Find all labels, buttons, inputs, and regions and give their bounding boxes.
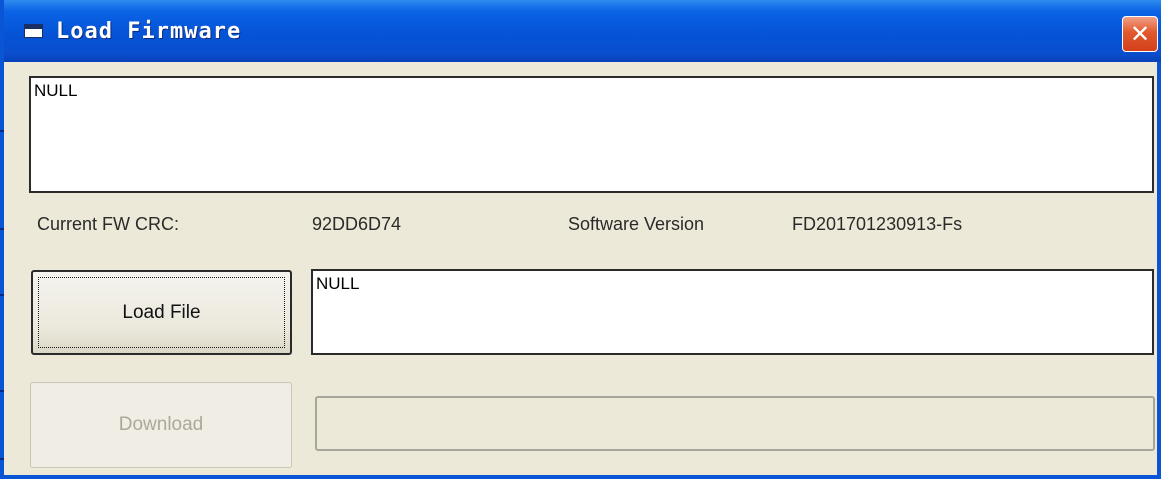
log-output-text: NULL: [34, 81, 78, 100]
edge-tick: [0, 294, 4, 296]
window-icon: [24, 24, 43, 38]
close-button[interactable]: ✕: [1122, 16, 1158, 52]
software-version-value: FD201701230913-Fs: [792, 214, 963, 234]
focus-rectangle: [38, 277, 285, 348]
edge-tick: [0, 130, 4, 132]
log-output-box[interactable]: NULL: [29, 76, 1154, 193]
file-path-box[interactable]: NULL: [311, 269, 1154, 355]
download-progress-bar: [315, 396, 1155, 451]
download-button: Download: [30, 382, 292, 468]
software-version-label: Software Version: [568, 214, 705, 234]
edge-tick: [0, 390, 4, 392]
edge-tick: [0, 228, 4, 230]
load-file-button[interactable]: Load File: [31, 270, 292, 355]
download-label: Download: [118, 414, 204, 435]
file-path-text: NULL: [316, 274, 360, 293]
title-bar[interactable]: Load Firmware ✕: [4, 0, 1161, 62]
window-title: Load Firmware: [56, 19, 242, 44]
crc-value: 92DD6D74: [312, 214, 402, 234]
crc-label: Current FW CRC:: [37, 214, 180, 234]
edge-tick: [0, 458, 4, 460]
close-icon: ✕: [1129, 20, 1151, 48]
load-firmware-dialog: Load Firmware ✕ NULL Current FW CRC: 92D…: [0, 0, 1161, 479]
